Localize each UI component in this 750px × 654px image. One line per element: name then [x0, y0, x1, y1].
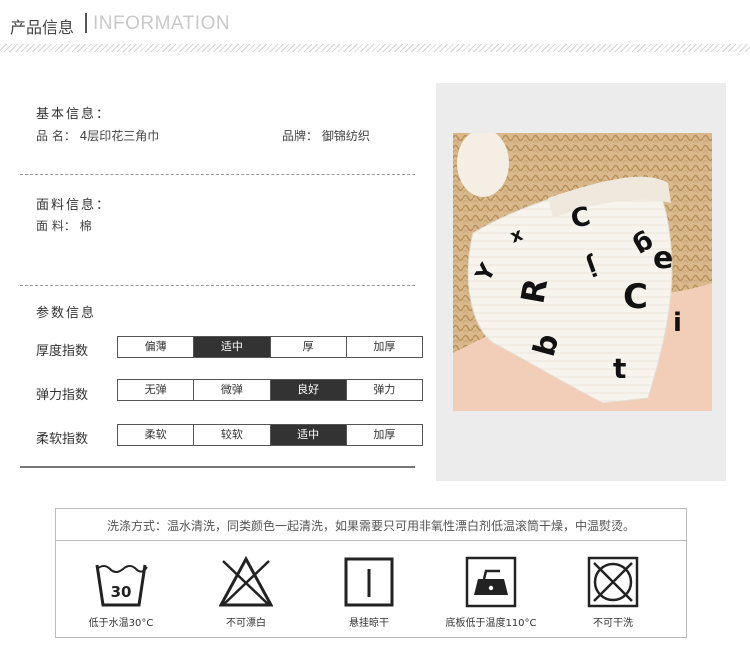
divider [20, 466, 415, 468]
care-label: 不可干洗 [593, 618, 633, 629]
wash-temp: 30 [111, 583, 132, 601]
iron-low-icon [465, 556, 517, 608]
params-title: 参数信息 [36, 306, 97, 321]
softness-label: 柔软指数 [36, 432, 89, 447]
care-label: 低于水温30°C [88, 618, 154, 629]
scale-option: 厚 [270, 337, 347, 357]
svg-text:i: i [673, 308, 682, 338]
header-title-cn: 产品信息 [10, 18, 75, 37]
header-divider [85, 13, 87, 33]
product-name-value: 4层印花三角巾 [79, 129, 160, 143]
brand-label: 品牌： [282, 129, 319, 143]
care-text: 洗涤方式：温水清洗，同类颜色一起清洗，如果需要只可用非氧性漂白剂低温滚筒干燥，中… [106, 519, 635, 533]
care-instructions: 洗涤方式：温水清洗，同类颜色一起清洗，如果需要只可用非氧性漂白剂低温滚筒干燥，中… [55, 508, 687, 638]
care-item: 底板低于温度110°C [436, 555, 546, 629]
basic-info-title: 基本信息： [36, 107, 112, 122]
care-item: 不可干洗 [558, 555, 668, 629]
product-name-field: 品 名： 4层印花三角巾 [36, 127, 159, 144]
fabric-value: 棉 [79, 219, 92, 233]
product-image: C C R e g j i b Y t x [453, 133, 712, 411]
hatch-divider [0, 44, 750, 52]
care-item: 不可漂白 [191, 555, 301, 629]
scale-option-selected: 适中 [270, 425, 347, 445]
fabric-label: 面 料： [36, 219, 76, 233]
scale-option: 加厚 [346, 337, 422, 357]
fabric-info-title: 面料信息： [36, 198, 112, 213]
divider [20, 174, 415, 175]
product-name-label: 品 名： [36, 129, 76, 143]
divider [56, 540, 686, 541]
care-label: 悬挂晾干 [349, 618, 389, 629]
header-title-en: INFORMATION [93, 13, 231, 34]
no-bleach-icon [219, 555, 273, 607]
scale-option: 无弹 [118, 380, 195, 400]
scale-option: 柔软 [118, 425, 195, 445]
wash-30-icon: 30 [95, 564, 148, 607]
svg-text:C: C [623, 277, 648, 317]
scale-option: 弹力 [346, 380, 422, 400]
scale-option: 微弹 [194, 380, 271, 400]
no-tumble-dry-icon [587, 556, 639, 608]
elasticity-label: 弹力指数 [36, 388, 89, 403]
scale-option-selected: 适中 [194, 337, 271, 357]
scale-option: 偏薄 [118, 337, 195, 357]
scale-option: 加厚 [346, 425, 422, 445]
scale-option-selected: 良好 [270, 380, 347, 400]
svg-text:t: t [613, 352, 626, 385]
divider [20, 285, 415, 286]
care-item: 30 低于水温30°C [66, 555, 176, 629]
elasticity-scale: 无弹 微弹 良好 弹力 [117, 379, 423, 401]
thickness-scale: 偏薄 适中 厚 加厚 [117, 336, 423, 358]
scale-option: 较软 [194, 425, 271, 445]
thickness-label: 厚度指数 [36, 344, 89, 359]
care-item: 悬挂晾干 [314, 555, 424, 629]
care-label: 底板低于温度110°C [445, 618, 537, 629]
softness-scale: 柔软 较软 适中 加厚 [117, 424, 423, 446]
care-label: 不可漂白 [226, 618, 266, 629]
fabric-field: 面 料： 棉 [36, 217, 92, 234]
brand-field: 品牌： 御锦纺织 [282, 127, 370, 144]
hang-dry-icon [344, 557, 394, 607]
brand-value: 御锦纺织 [321, 129, 370, 143]
